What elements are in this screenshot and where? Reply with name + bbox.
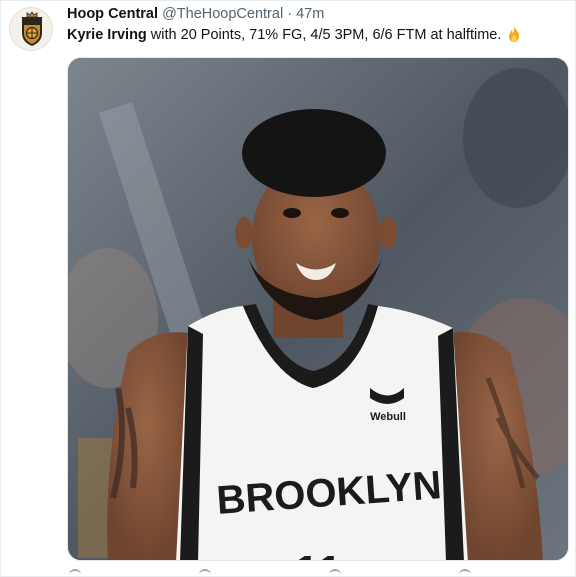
timestamp[interactable]: 47m [296,6,324,22]
user-handle[interactable]: @TheHoopCentral [162,6,283,22]
retweet-icon[interactable] [199,569,211,577]
display-name[interactable]: Hoop Central [67,6,158,22]
reply-icon[interactable] [69,569,81,577]
jersey-number: 11 [294,546,343,561]
player-name: Kyrie Irving [67,27,147,43]
tweet-card[interactable]: Hoop Central @TheHoopCentral · 47m Kyrie… [0,0,576,577]
tweet-text: Kyrie Irving with 20 Points, 71% FG, 4/5… [67,25,567,45]
tweet-photo[interactable]: BROOKLYN Webull 11 [67,57,569,561]
jersey-sponsor: Webull [370,411,406,423]
player-photo-illustration: BROOKLYN Webull 11 [68,58,568,561]
tweet-actions [67,569,569,577]
tweet-body: with 20 Points, 71% FG, 4/5 3PM, 6/6 FTM… [146,27,502,43]
separator-dot: · [287,6,293,22]
share-icon[interactable] [459,569,471,577]
fire-emoji-icon [505,25,523,43]
tweet-header: Hoop Central @TheHoopCentral · 47m [67,5,324,23]
avatar[interactable] [9,7,53,51]
like-icon[interactable] [329,569,341,577]
hoop-central-logo-icon [22,11,42,46]
